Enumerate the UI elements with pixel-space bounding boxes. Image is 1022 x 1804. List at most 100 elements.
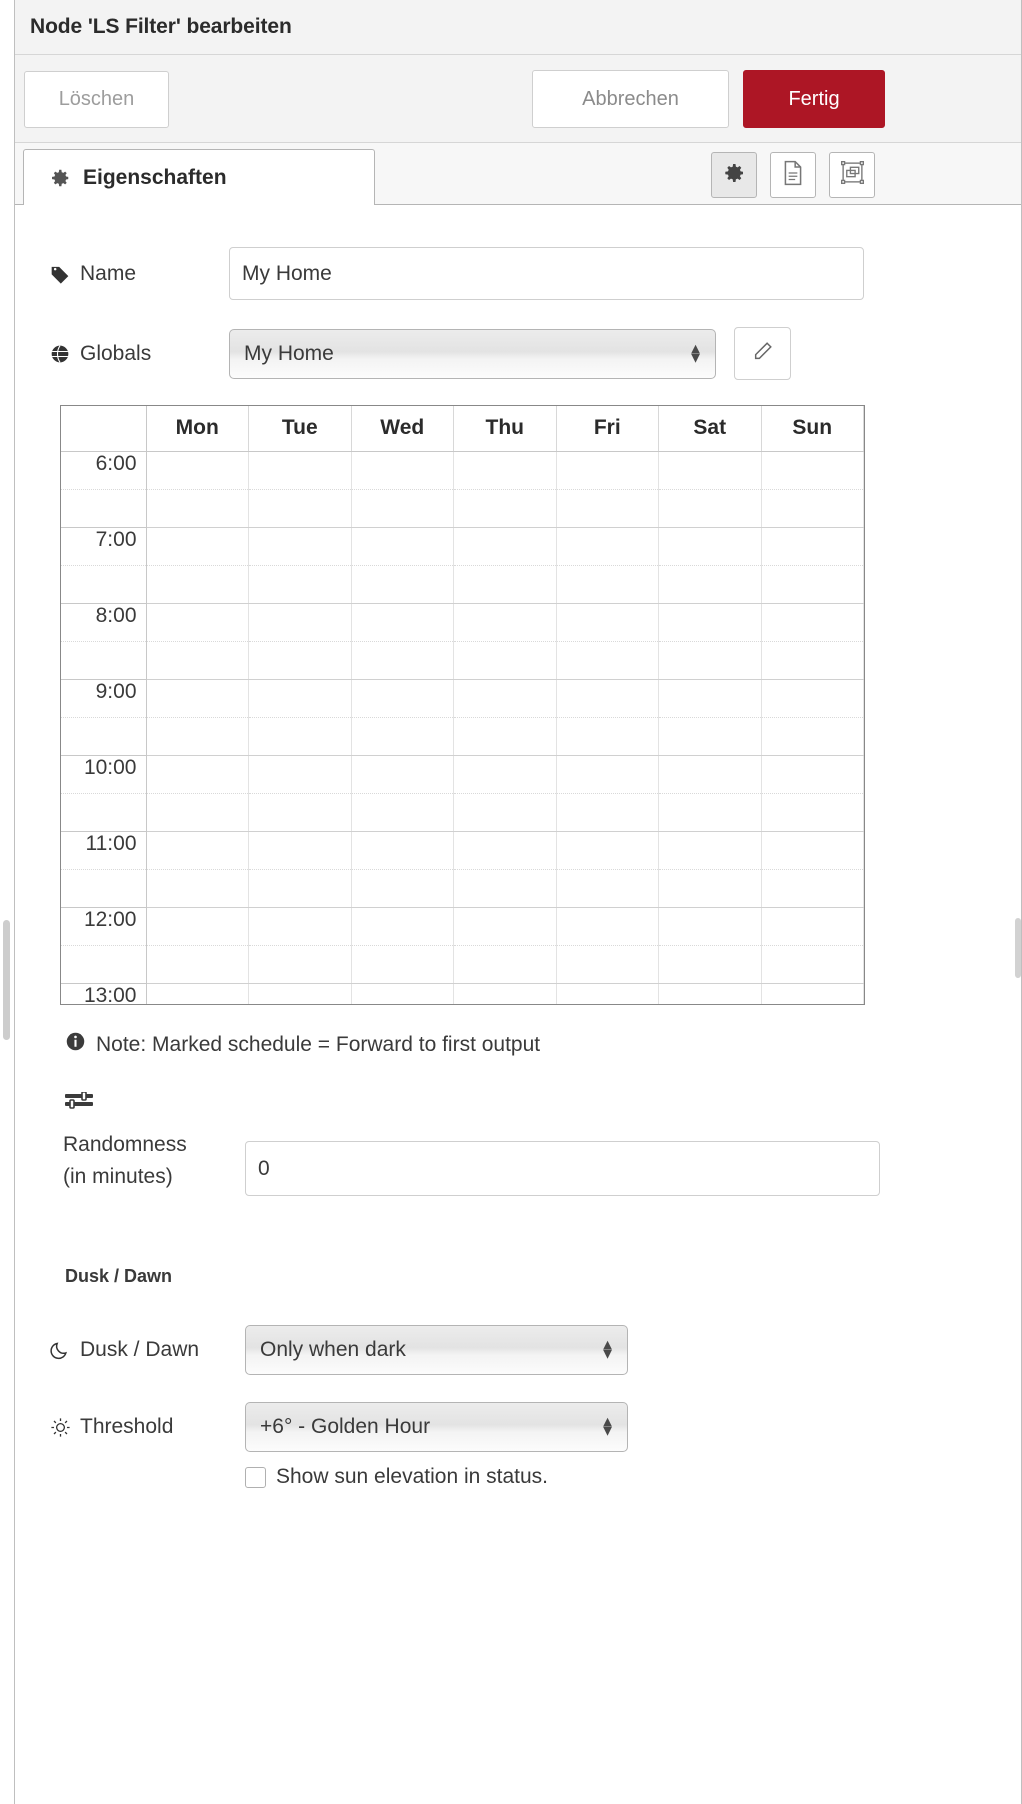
schedule-cell[interactable] — [248, 983, 352, 1004]
day-header-sat[interactable]: Sat — [658, 406, 762, 452]
schedule-cell[interactable] — [146, 831, 249, 870]
schedule-cell[interactable] — [556, 793, 659, 832]
schedule-cell[interactable] — [351, 451, 454, 490]
properties-view-button[interactable] — [711, 152, 757, 198]
schedule-cell[interactable] — [658, 527, 762, 566]
schedule-cell[interactable] — [146, 717, 249, 756]
schedule-cell[interactable] — [658, 793, 762, 832]
schedule-cell[interactable] — [248, 793, 352, 832]
description-view-button[interactable] — [770, 152, 816, 198]
day-header-wed[interactable]: Wed — [351, 406, 454, 452]
globals-select[interactable]: My Home ▲ ▼ — [229, 328, 716, 379]
schedule-cell[interactable] — [146, 527, 249, 566]
randomness-input[interactable] — [245, 1141, 880, 1196]
right-scroll-thumb[interactable] — [1015, 918, 1021, 978]
schedule-cell[interactable] — [453, 869, 557, 908]
schedule-cell[interactable] — [453, 451, 557, 490]
schedule-cell[interactable] — [556, 945, 659, 984]
schedule-cell[interactable] — [146, 755, 249, 794]
schedule-cell[interactable] — [146, 793, 249, 832]
schedule-cell[interactable] — [248, 717, 352, 756]
schedule-cell[interactable] — [146, 945, 249, 984]
schedule-cell[interactable] — [658, 489, 762, 528]
schedule-cell[interactable] — [556, 755, 659, 794]
tab-eigenschaften[interactable]: Eigenschaften — [23, 149, 375, 206]
schedule-cell[interactable] — [556, 451, 659, 490]
schedule-cell[interactable] — [556, 641, 659, 680]
schedule-cell[interactable] — [351, 945, 454, 984]
schedule-cell[interactable] — [658, 641, 762, 680]
schedule-cell[interactable] — [146, 641, 249, 680]
schedule-cell[interactable] — [453, 831, 557, 870]
schedule-cell[interactable] — [658, 451, 762, 490]
schedule-cell[interactable] — [556, 907, 659, 946]
day-header-fri[interactable]: Fri — [556, 406, 659, 452]
schedule-cell[interactable] — [351, 717, 454, 756]
schedule-cell[interactable] — [658, 945, 762, 984]
schedule-cell[interactable] — [761, 565, 864, 604]
schedule-cell[interactable] — [146, 907, 249, 946]
schedule-cell[interactable] — [556, 717, 659, 756]
schedule-cell[interactable] — [453, 527, 557, 566]
schedule-cell[interactable] — [453, 641, 557, 680]
day-header-sun[interactable]: Sun — [761, 406, 864, 452]
schedule-cell[interactable] — [453, 603, 557, 642]
schedule-cell[interactable] — [556, 489, 659, 528]
schedule-cell[interactable] — [658, 869, 762, 908]
schedule-cell[interactable] — [761, 451, 864, 490]
schedule-cell[interactable] — [248, 869, 352, 908]
schedule-cell[interactable] — [761, 945, 864, 984]
schedule-cell[interactable] — [556, 527, 659, 566]
schedule-cell[interactable] — [556, 565, 659, 604]
schedule-cell[interactable] — [351, 983, 454, 1004]
schedule-cell[interactable] — [248, 945, 352, 984]
schedule-cell[interactable] — [248, 451, 352, 490]
schedule-cell[interactable] — [453, 717, 557, 756]
schedule-cell[interactable] — [761, 983, 864, 1004]
edit-globals-button[interactable] — [734, 327, 791, 380]
schedule-cell[interactable] — [556, 869, 659, 908]
schedule-cell[interactable] — [248, 489, 352, 528]
schedule-cell[interactable] — [658, 983, 762, 1004]
schedule-cell[interactable] — [453, 489, 557, 528]
schedule-cell[interactable] — [658, 907, 762, 946]
schedule-cell[interactable] — [658, 831, 762, 870]
day-header-thu[interactable]: Thu — [453, 406, 557, 452]
schedule-cell[interactable] — [453, 679, 557, 718]
threshold-select[interactable]: +6° - Golden Hour ▲ ▼ — [245, 1402, 628, 1452]
schedule-cell[interactable] — [146, 565, 249, 604]
schedule-cell[interactable] — [761, 641, 864, 680]
schedule-cell[interactable] — [248, 831, 352, 870]
schedule-cell[interactable] — [761, 527, 864, 566]
appearance-view-button[interactable] — [829, 152, 875, 198]
schedule-cell[interactable] — [146, 983, 249, 1004]
schedule-cell[interactable] — [556, 831, 659, 870]
schedule-cell[interactable] — [761, 831, 864, 870]
schedule-cell[interactable] — [453, 755, 557, 794]
schedule-cell[interactable] — [146, 869, 249, 908]
schedule-cell[interactable] — [351, 869, 454, 908]
schedule-cell[interactable] — [351, 641, 454, 680]
show-sun-elevation-checkbox[interactable] — [245, 1466, 266, 1488]
day-header-tue[interactable]: Tue — [248, 406, 352, 452]
schedule-cell[interactable] — [351, 679, 454, 718]
schedule-cell[interactable] — [761, 603, 864, 642]
schedule-cell[interactable] — [556, 603, 659, 642]
schedule-cell[interactable] — [146, 489, 249, 528]
schedule-cell[interactable] — [351, 907, 454, 946]
scroll-thumb[interactable] — [3, 920, 10, 1040]
schedule-cell[interactable] — [248, 755, 352, 794]
schedule-cell[interactable] — [146, 451, 249, 490]
weekly-schedule-grid[interactable]: Mon Tue Wed Thu Fri Sat Sun 6:00 7:00 8:00… — [60, 405, 865, 1005]
schedule-cell[interactable] — [351, 603, 454, 642]
schedule-cell[interactable] — [351, 831, 454, 870]
schedule-cell[interactable] — [248, 907, 352, 946]
schedule-cell[interactable] — [453, 945, 557, 984]
schedule-cell[interactable] — [761, 907, 864, 946]
schedule-cell[interactable] — [761, 793, 864, 832]
schedule-cell[interactable] — [146, 603, 249, 642]
schedule-cell[interactable] — [453, 793, 557, 832]
schedule-cell[interactable] — [556, 679, 659, 718]
schedule-cell[interactable] — [658, 603, 762, 642]
schedule-cell[interactable] — [761, 679, 864, 718]
